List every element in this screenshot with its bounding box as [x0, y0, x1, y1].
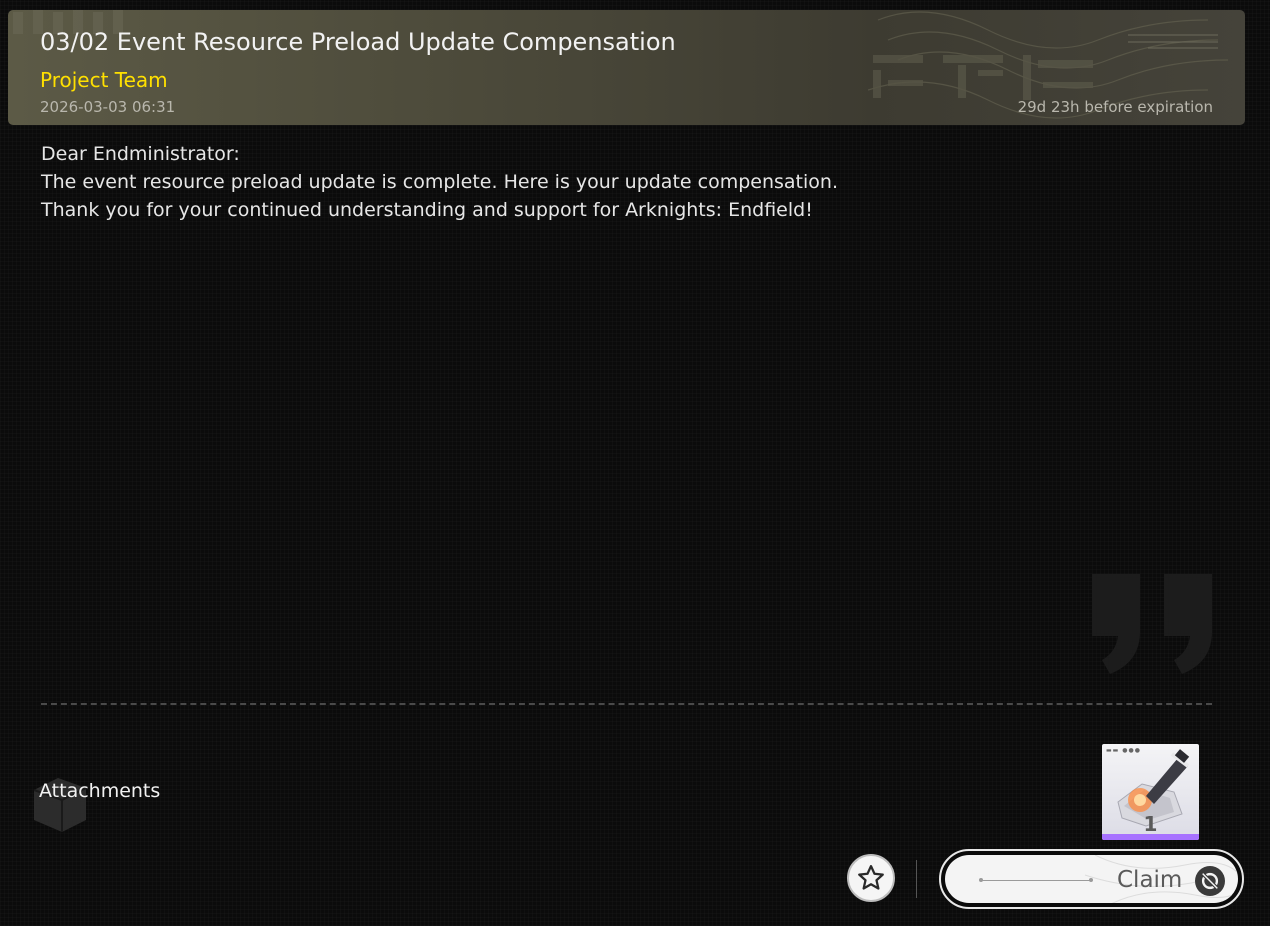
action-separator — [916, 860, 917, 898]
star-icon — [858, 865, 884, 890]
mail-title: 03/02 Event Resource Preload Update Comp… — [40, 28, 676, 56]
attachment-item-card[interactable]: ▬▬ ●●● 1 — [1102, 744, 1199, 840]
quote-mark-icon — [1092, 574, 1212, 674]
claim-button-face: Claim — [945, 855, 1238, 903]
claim-label: Claim — [1117, 867, 1183, 893]
mail-body-line: The event resource preload update is com… — [41, 171, 838, 193]
mail-body-line: Thank you for your continued understandi… — [41, 199, 813, 221]
claim-decor-line — [979, 878, 1093, 882]
mail-body: Dear Endministrator: The event resource … — [41, 140, 1191, 224]
attachments-divider — [41, 703, 1212, 705]
refresh-icon — [1195, 866, 1225, 896]
item-rarity-bar — [1102, 834, 1199, 840]
favorite-button[interactable] — [847, 854, 895, 902]
claim-button[interactable]: Claim — [939, 849, 1244, 909]
mail-sender: Project Team — [40, 68, 168, 92]
mail-header: 03/02 Event Resource Preload Update Comp… — [8, 10, 1245, 125]
mail-date: 2026-03-03 06:31 — [40, 98, 176, 116]
mail-body-line: Dear Endministrator: — [41, 143, 240, 165]
item-quantity: 1 — [1143, 812, 1158, 836]
mail-expiry: 29d 23h before expiration — [1017, 98, 1213, 116]
attachments-label: Attachments — [39, 780, 161, 802]
